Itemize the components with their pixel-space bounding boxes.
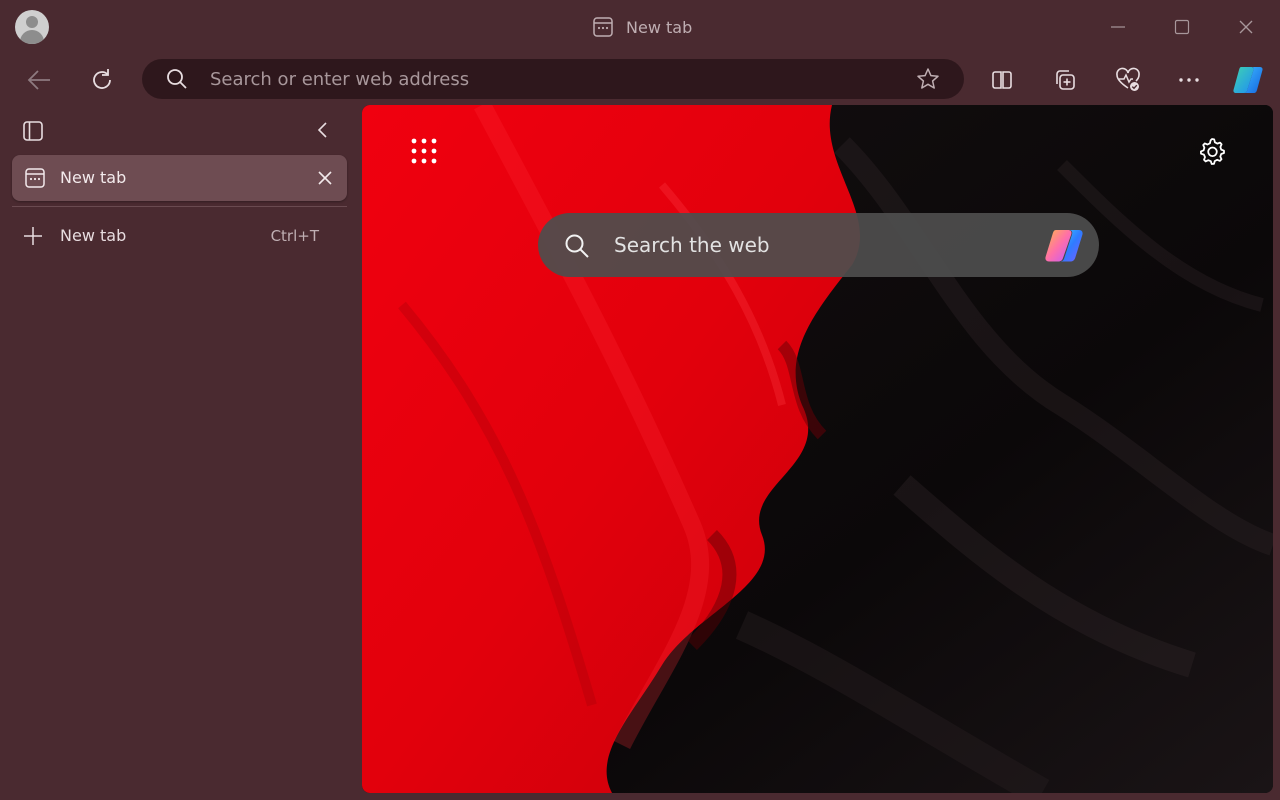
profile-avatar[interactable]	[15, 10, 49, 44]
window-title-text: New tab	[626, 17, 693, 37]
close-window-button[interactable]	[1231, 12, 1261, 42]
new-tab-label: New tab	[60, 226, 127, 245]
back-button[interactable]	[21, 62, 57, 98]
app-launcher-icon	[411, 138, 437, 164]
search-icon	[167, 69, 187, 89]
new-tab-button[interactable]: New tab Ctrl+T	[12, 218, 347, 254]
maximize-button[interactable]	[1167, 12, 1197, 42]
collections-button[interactable]	[1047, 62, 1083, 98]
vertical-tabs-pane: New tab New tab Ctrl+T	[0, 104, 360, 800]
close-icon[interactable]	[316, 169, 334, 187]
new-tab-shortcut: Ctrl+T	[270, 227, 319, 245]
window-title: New tab	[592, 16, 692, 38]
new-tab-page-icon	[25, 168, 45, 188]
refresh-icon	[93, 69, 111, 89]
collections-icon	[1056, 70, 1075, 90]
more-button[interactable]	[1171, 62, 1207, 98]
avatar-body	[20, 30, 44, 44]
star-icon[interactable]	[916, 67, 940, 91]
chevron-left-icon	[317, 122, 327, 138]
title-bar: New tab	[0, 0, 1280, 54]
more-icon	[1179, 78, 1199, 82]
new-tab-page	[362, 105, 1273, 793]
toolbar	[0, 54, 1280, 104]
copilot-button[interactable]	[1230, 62, 1266, 98]
tabs-divider	[12, 206, 347, 207]
split-screen-icon	[992, 71, 1012, 89]
close-icon	[1239, 20, 1253, 34]
web-search-box[interactable]	[538, 213, 1099, 277]
tab-actions-button[interactable]	[20, 118, 46, 144]
gear-icon	[1200, 138, 1225, 165]
refresh-button[interactable]	[84, 62, 120, 98]
tab-actions-icon	[23, 121, 43, 141]
copilot-icon[interactable]	[1042, 224, 1086, 266]
tab-label: New tab	[60, 168, 127, 187]
address-input[interactable]	[210, 59, 890, 99]
new-tab-page-icon	[593, 17, 613, 37]
plus-icon	[24, 227, 42, 245]
maximize-icon	[1174, 19, 1190, 35]
copilot-icon	[1233, 67, 1263, 93]
web-search-input[interactable]	[614, 213, 1034, 277]
split-screen-button[interactable]	[984, 62, 1020, 98]
avatar-head	[26, 16, 38, 28]
page-settings-button[interactable]	[1197, 136, 1227, 166]
tab-new-tab[interactable]: New tab	[12, 155, 347, 201]
browser-essentials-button[interactable]	[1110, 62, 1146, 98]
back-arrow-icon	[27, 70, 50, 90]
app-launcher-button[interactable]	[410, 137, 438, 165]
heart-pulse-icon	[1116, 67, 1140, 91]
minimize-button[interactable]	[1103, 12, 1133, 42]
wallpaper-image	[362, 105, 1273, 793]
collapse-pane-button[interactable]	[311, 118, 335, 142]
minimize-icon	[1111, 26, 1125, 28]
address-bar[interactable]	[142, 59, 964, 99]
search-icon	[565, 234, 589, 258]
